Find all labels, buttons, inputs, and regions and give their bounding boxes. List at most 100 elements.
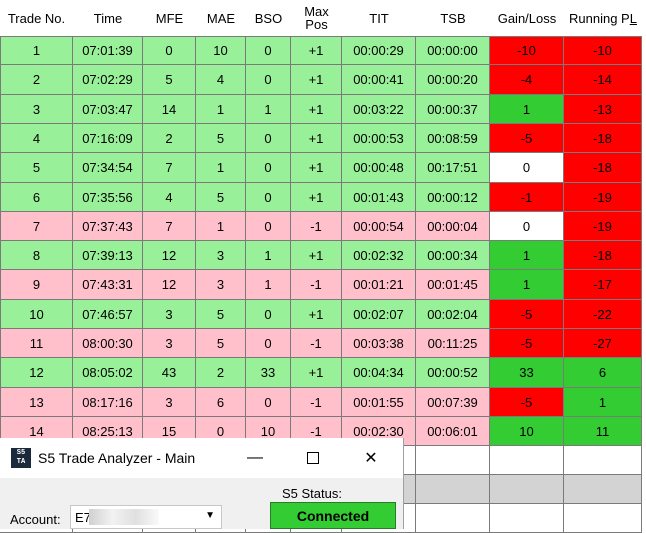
cell-bso[interactable]: 0 bbox=[246, 388, 291, 417]
cell-bso[interactable]: 0 bbox=[246, 124, 291, 153]
cell-running-pl[interactable]: 6 bbox=[564, 358, 642, 388]
cell-time[interactable]: 07:01:39 bbox=[73, 36, 143, 65]
cell-gain-loss[interactable]: -5 bbox=[490, 388, 564, 417]
cell-tsb[interactable]: 00:00:00 bbox=[416, 36, 490, 65]
cell-tit[interactable]: 00:01:43 bbox=[342, 183, 416, 212]
cell-running-pl[interactable]: -18 bbox=[564, 241, 642, 270]
cell-tit[interactable]: 00:00:41 bbox=[342, 65, 416, 95]
cell-tsb[interactable]: 00:00:34 bbox=[416, 241, 490, 270]
cell-running-pl[interactable]: -27 bbox=[564, 329, 642, 358]
cell-mfe[interactable]: 5 bbox=[143, 65, 196, 95]
cell-tsb[interactable]: 00:07:39 bbox=[416, 388, 490, 417]
header-tsb[interactable]: TSB bbox=[416, 0, 490, 36]
cell-gain-loss[interactable]: -5 bbox=[490, 329, 564, 358]
cell-running-pl[interactable]: 11 bbox=[564, 417, 642, 446]
cell-trade-no[interactable]: 5 bbox=[0, 153, 73, 183]
cell-mfe[interactable]: 12 bbox=[143, 270, 196, 300]
empty-cell[interactable] bbox=[490, 446, 564, 475]
header-tit[interactable]: TIT bbox=[342, 0, 416, 36]
cell-time[interactable]: 07:46:57 bbox=[73, 300, 143, 329]
cell-trade-no[interactable]: 2 bbox=[0, 65, 73, 95]
minimize-button[interactable]: — bbox=[232, 438, 278, 478]
cell-max-pos[interactable]: -1 bbox=[291, 270, 342, 300]
account-select[interactable]: E7 ▼ bbox=[70, 505, 222, 529]
cell-tit[interactable]: 00:00:53 bbox=[342, 124, 416, 153]
cell-tsb[interactable]: 00:11:25 bbox=[416, 329, 490, 358]
cell-mae[interactable]: 5 bbox=[196, 300, 246, 329]
cell-max-pos[interactable]: +1 bbox=[291, 183, 342, 212]
cell-bso[interactable]: 1 bbox=[246, 95, 291, 124]
cell-mae[interactable]: 6 bbox=[196, 388, 246, 417]
cell-running-pl[interactable]: -18 bbox=[564, 124, 642, 153]
cell-gain-loss[interactable]: 0 bbox=[490, 153, 564, 183]
cell-running-pl[interactable]: -22 bbox=[564, 300, 642, 329]
header-gain-loss[interactable]: Gain/Loss bbox=[490, 0, 564, 36]
cell-tit[interactable]: 00:02:32 bbox=[342, 241, 416, 270]
cell-mae[interactable]: 1 bbox=[196, 212, 246, 241]
cell-running-pl[interactable]: -18 bbox=[564, 153, 642, 183]
cell-mfe[interactable]: 3 bbox=[143, 329, 196, 358]
empty-cell[interactable] bbox=[416, 475, 490, 504]
cell-gain-loss[interactable]: -1 bbox=[490, 183, 564, 212]
cell-trade-no[interactable]: 13 bbox=[0, 388, 73, 417]
header-running-pl[interactable]: Running PL bbox=[564, 0, 642, 36]
cell-trade-no[interactable]: 8 bbox=[0, 241, 73, 270]
cell-gain-loss[interactable]: -10 bbox=[490, 36, 564, 65]
cell-gain-loss[interactable]: 1 bbox=[490, 241, 564, 270]
cell-time[interactable]: 08:05:02 bbox=[73, 358, 143, 388]
cell-tit[interactable]: 00:01:21 bbox=[342, 270, 416, 300]
cell-running-pl[interactable]: 1 bbox=[564, 388, 642, 417]
empty-cell[interactable] bbox=[490, 475, 564, 504]
header-time[interactable]: Time bbox=[73, 0, 143, 36]
cell-gain-loss[interactable]: 1 bbox=[490, 270, 564, 300]
cell-mae[interactable]: 5 bbox=[196, 124, 246, 153]
cell-max-pos[interactable]: +1 bbox=[291, 36, 342, 65]
cell-running-pl[interactable]: -14 bbox=[564, 65, 642, 95]
cell-bso[interactable]: 0 bbox=[246, 300, 291, 329]
cell-gain-loss[interactable]: -5 bbox=[490, 124, 564, 153]
cell-bso[interactable]: 1 bbox=[246, 241, 291, 270]
cell-bso[interactable]: 0 bbox=[246, 36, 291, 65]
cell-max-pos[interactable]: -1 bbox=[291, 388, 342, 417]
cell-mfe[interactable]: 12 bbox=[143, 241, 196, 270]
cell-mfe[interactable]: 43 bbox=[143, 358, 196, 388]
cell-tit[interactable]: 00:02:07 bbox=[342, 300, 416, 329]
cell-tsb[interactable]: 00:02:04 bbox=[416, 300, 490, 329]
cell-bso[interactable]: 0 bbox=[246, 329, 291, 358]
cell-tit[interactable]: 00:00:29 bbox=[342, 36, 416, 65]
empty-cell[interactable] bbox=[564, 446, 642, 475]
cell-time[interactable]: 07:02:29 bbox=[73, 65, 143, 95]
cell-bso[interactable]: 0 bbox=[246, 153, 291, 183]
cell-tsb[interactable]: 00:17:51 bbox=[416, 153, 490, 183]
cell-trade-no[interactable]: 10 bbox=[0, 300, 73, 329]
cell-time[interactable]: 07:34:54 bbox=[73, 153, 143, 183]
cell-tit[interactable]: 00:01:55 bbox=[342, 388, 416, 417]
cell-tsb[interactable]: 00:00:20 bbox=[416, 65, 490, 95]
cell-mae[interactable]: 4 bbox=[196, 65, 246, 95]
header-trade-no[interactable]: Trade No. bbox=[0, 0, 73, 36]
cell-tsb[interactable]: 00:06:01 bbox=[416, 417, 490, 446]
cell-gain-loss[interactable]: -5 bbox=[490, 300, 564, 329]
cell-mfe[interactable]: 4 bbox=[143, 183, 196, 212]
cell-trade-no[interactable]: 12 bbox=[0, 358, 73, 388]
cell-tit[interactable]: 00:04:34 bbox=[342, 358, 416, 388]
cell-mfe[interactable]: 7 bbox=[143, 212, 196, 241]
chevron-down-icon[interactable]: ▼ bbox=[205, 510, 215, 521]
cell-tit[interactable]: 00:00:48 bbox=[342, 153, 416, 183]
cell-mfe[interactable]: 7 bbox=[143, 153, 196, 183]
cell-time[interactable]: 07:03:47 bbox=[73, 95, 143, 124]
cell-mfe[interactable]: 2 bbox=[143, 124, 196, 153]
window-titlebar[interactable]: S5 TA S5 Trade Analyzer - Main — ✕ bbox=[0, 438, 403, 478]
cell-max-pos[interactable]: +1 bbox=[291, 153, 342, 183]
cell-trade-no[interactable]: 1 bbox=[0, 36, 73, 65]
cell-mae[interactable]: 3 bbox=[196, 241, 246, 270]
cell-gain-loss[interactable]: 33 bbox=[490, 358, 564, 388]
cell-trade-no[interactable]: 4 bbox=[0, 124, 73, 153]
header-bso[interactable]: BSO bbox=[246, 0, 291, 36]
header-mae[interactable]: MAE bbox=[196, 0, 246, 36]
cell-max-pos[interactable]: +1 bbox=[291, 65, 342, 95]
cell-max-pos[interactable]: +1 bbox=[291, 358, 342, 388]
cell-tit[interactable]: 00:03:22 bbox=[342, 95, 416, 124]
cell-mae[interactable]: 5 bbox=[196, 329, 246, 358]
cell-tit[interactable]: 00:03:38 bbox=[342, 329, 416, 358]
